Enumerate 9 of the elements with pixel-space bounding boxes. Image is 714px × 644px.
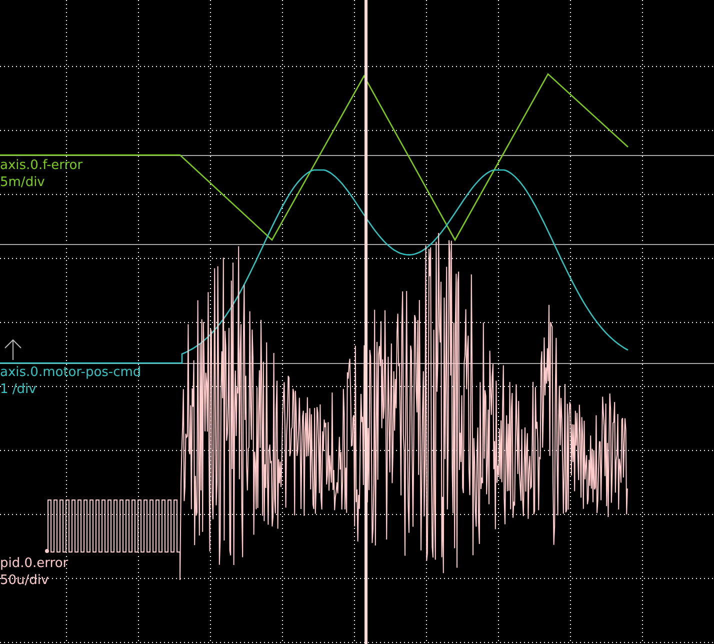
channel-name: axis.0.f-error [0,157,83,174]
trace-marker-dot [45,549,49,553]
channel-scale: 5m/div [0,174,45,191]
channel-scale: 50u/div [0,572,49,589]
channel-name: pid.0.error [0,555,68,572]
cursor-line[interactable] [364,0,368,644]
channel-scale: 1 /div [0,381,36,398]
trigger-arrow-icon [4,339,22,360]
channel-name: axis.0.motor-pos-cmd [0,364,142,381]
